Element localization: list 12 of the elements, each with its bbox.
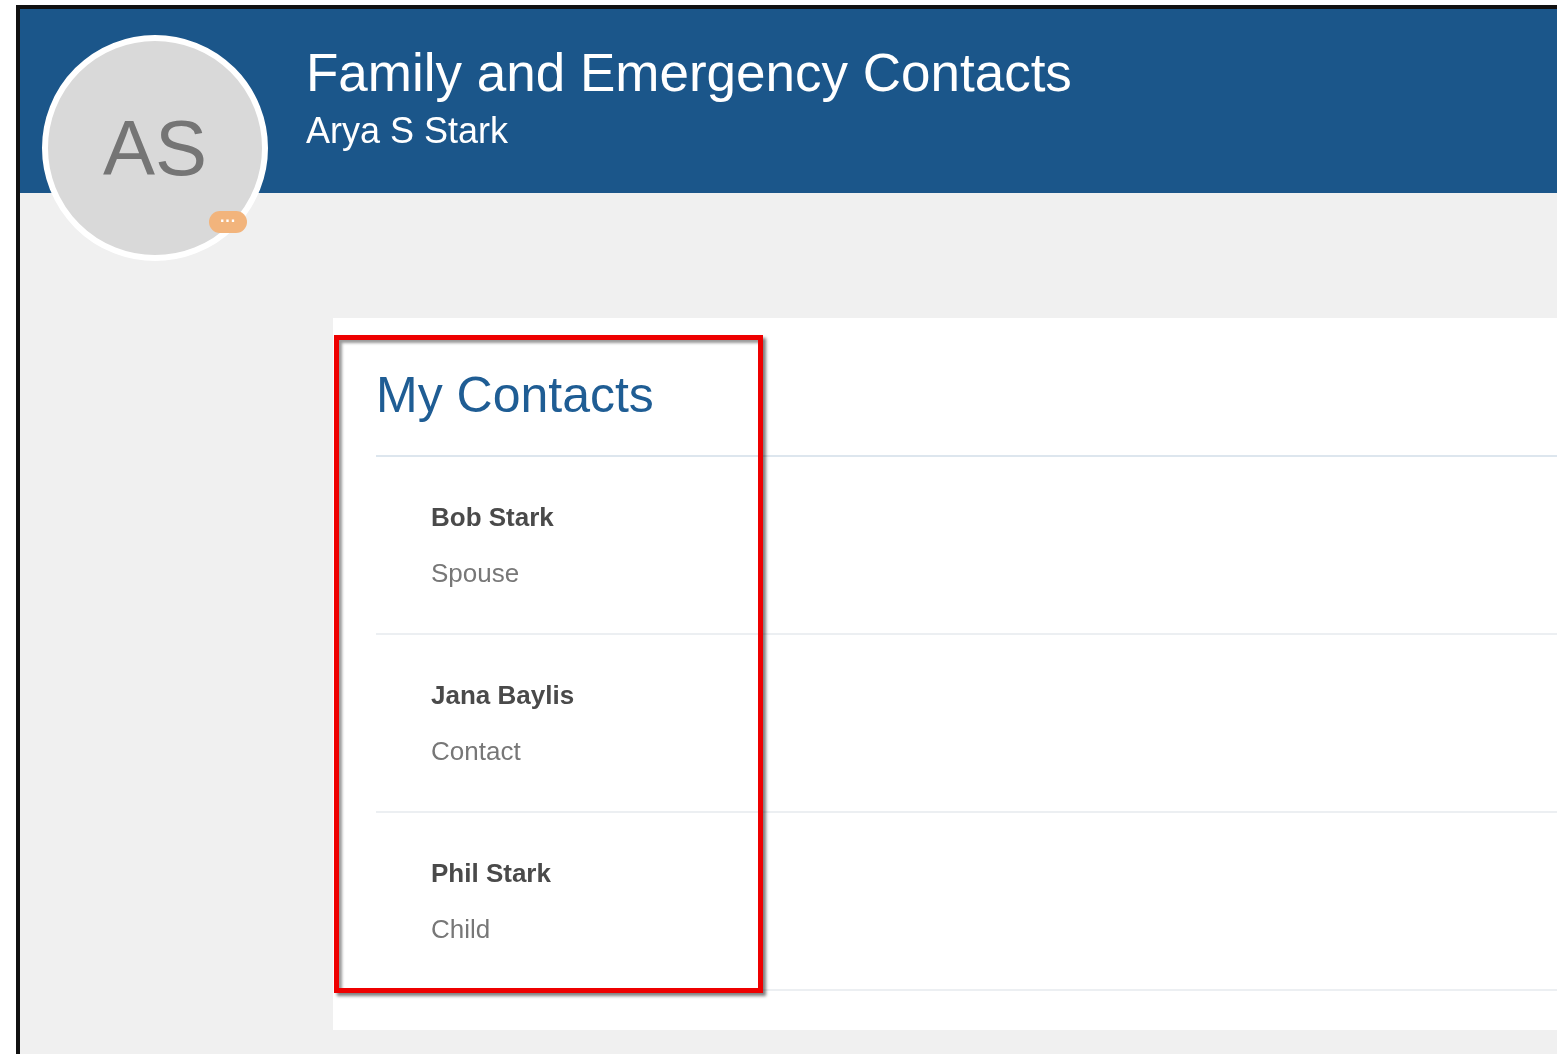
contact-relation: Contact [431,735,521,767]
person-name: Arya S Stark [306,109,510,153]
contact-row[interactable]: Bob Stark Spouse [376,457,1557,635]
contact-relation: Child [431,913,491,945]
card-title: My Contacts [376,318,1557,457]
page-title: Family and Emergency Contacts [306,42,1072,104]
contact-row[interactable]: Jana Baylis Contact [376,635,1557,813]
contact-row[interactable]: Phil Stark Child [376,813,1557,991]
contact-name: Bob Stark [431,501,554,533]
contact-name: Phil Stark [431,857,551,889]
contact-name: Jana Baylis [431,679,575,711]
contact-relation: Spouse [431,557,520,589]
